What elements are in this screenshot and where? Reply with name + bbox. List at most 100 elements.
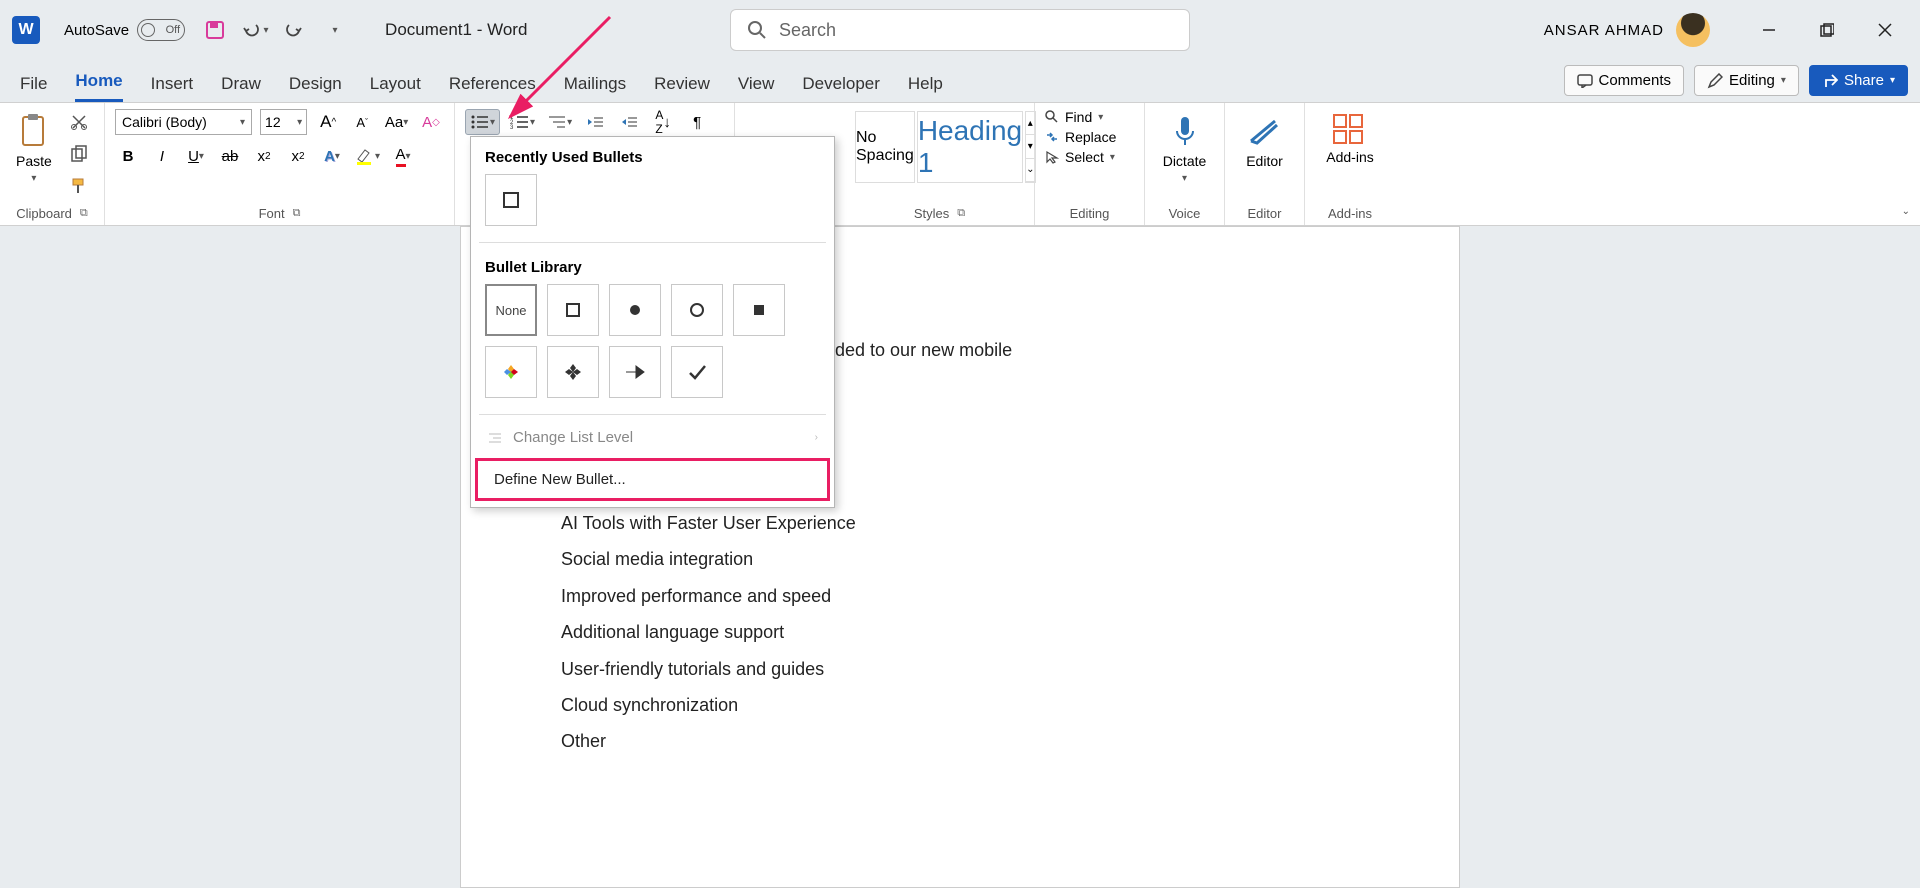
copy-button[interactable] [66,141,92,167]
text-effects-button[interactable]: A▾ [319,143,345,169]
subscript-button[interactable]: x2 [251,143,277,169]
styles-launcher[interactable]: ⧉ [957,207,965,220]
autosave-label: AutoSave [64,22,129,39]
pencil-icon [1707,73,1723,89]
tab-design[interactable]: Design [289,74,342,102]
addins-button[interactable]: Add-ins [1315,109,1385,169]
doc-line: Other [561,725,1359,757]
tab-mailings[interactable]: Mailings [564,74,626,102]
redo-button[interactable] [281,16,309,44]
quick-access-toolbar: ▾ ▾ [201,16,349,44]
styles-group-label: Styles [914,206,949,221]
select-button[interactable]: Select▾ [1045,149,1134,165]
tab-layout[interactable]: Layout [370,74,421,102]
superscript-button[interactable]: x2 [285,143,311,169]
tab-file[interactable]: File [20,74,47,102]
doc-line: Additional language support [561,616,1359,648]
bullet-circle[interactable] [671,284,723,336]
tab-help[interactable]: Help [908,74,943,102]
addins-group-label: Add-ins [1328,206,1372,221]
clipboard-launcher[interactable]: ⧉ [80,207,88,220]
tab-view[interactable]: View [738,74,775,102]
replace-button[interactable]: Replace [1045,129,1134,145]
bullet-hollow-square[interactable] [547,284,599,336]
user-name[interactable]: ANSAR AHMAD [1544,22,1664,39]
doc-line: AI Tools with Faster User Experience [561,507,1359,539]
decrease-indent-button[interactable] [582,109,608,135]
bullets-button[interactable]: ▾ [465,109,500,135]
strikethrough-button[interactable]: ab [217,143,243,169]
tab-home[interactable]: Home [75,71,122,102]
bullet-4-diamond-color[interactable] [485,346,537,398]
grow-font-button[interactable]: A^ [315,109,341,135]
font-name-select[interactable]: Calibri (Body)▾ [115,109,252,135]
numbering-button[interactable]: 123 ▾ [508,109,537,135]
ribbon: Paste ▾ Clipboard ⧉ Calibri (Body)▾ 12▾ … [0,102,1920,226]
show-marks-button[interactable]: ¶ [684,109,710,135]
paste-button[interactable]: Paste ▾ [10,109,58,188]
maximize-button[interactable] [1804,12,1850,48]
tab-review[interactable]: Review [654,74,710,102]
font-color-button[interactable]: A▾ [390,143,416,169]
autosave-control[interactable]: AutoSave Off [64,19,185,41]
change-case-button[interactable]: Aa▾ [383,109,410,135]
change-list-level-item: Change List Level › [471,419,834,456]
bold-button[interactable]: B [115,143,141,169]
bullet-library-header: Bullet Library [471,247,834,284]
bullet-square[interactable] [733,284,785,336]
bullet-4-diamond[interactable] [547,346,599,398]
qat-customize-button[interactable]: ▾ [321,16,349,44]
find-button[interactable]: Find▾ [1045,109,1134,125]
style-heading-1[interactable]: Heading 1 [917,111,1023,183]
clear-formatting-button[interactable]: A◇ [418,109,444,135]
word-app-icon: W [12,16,40,44]
bullet-disc[interactable] [609,284,661,336]
search-box[interactable]: Search [730,9,1190,51]
highlight-button[interactable]: ▾ [353,143,382,169]
share-button[interactable]: Share ▾ [1809,65,1908,96]
recent-bullet-hollow-square[interactable] [485,174,537,226]
dictate-button[interactable]: Dictate▾ [1155,109,1214,188]
editor-group-label: Editor [1248,206,1282,221]
minimize-button[interactable] [1746,12,1792,48]
tab-draw[interactable]: Draw [221,74,261,102]
clipboard-icon [19,113,49,149]
comments-button[interactable]: Comments [1564,65,1685,96]
font-size-select[interactable]: 12▾ [260,109,307,135]
increase-indent-button[interactable] [616,109,642,135]
styles-scroll-up[interactable]: ▴ [1026,112,1034,135]
font-launcher[interactable]: ⧉ [293,207,301,220]
font-group-label: Font [259,206,285,221]
tab-insert[interactable]: Insert [151,74,194,102]
styles-scroll-down[interactable]: ▾ [1026,135,1034,158]
undo-button[interactable]: ▾ [241,16,269,44]
sort-button[interactable]: AZ↓ [650,109,676,135]
shrink-font-button[interactable]: Aˇ [349,109,375,135]
italic-button[interactable]: I [149,143,175,169]
multilevel-list-button[interactable]: ▾ [545,109,574,135]
underline-button[interactable]: U▾ [183,143,209,169]
format-painter-button[interactable] [66,173,92,199]
save-button[interactable] [201,16,229,44]
editing-group-label: Editing [1070,206,1110,221]
autosave-toggle[interactable]: Off [137,19,185,41]
style-no-spacing[interactable]: No Spacing [855,111,915,183]
editor-icon [1247,113,1283,149]
define-new-bullet-item[interactable]: Define New Bullet... [478,461,827,498]
title-bar: W AutoSave Off ▾ ▾ Document1 - Word Sear… [0,0,1920,60]
editor-button[interactable]: Editor [1235,109,1294,173]
tab-developer[interactable]: Developer [802,74,880,102]
tab-references[interactable]: References [449,74,536,102]
search-placeholder: Search [779,20,836,41]
bullet-none[interactable]: None [485,284,537,336]
collapse-ribbon-button[interactable]: ⌄ [1902,201,1910,219]
close-button[interactable] [1862,12,1908,48]
bullet-arrow[interactable] [609,346,661,398]
cut-button[interactable] [66,109,92,135]
styles-expand[interactable]: ⌄ [1026,159,1034,182]
bullet-checkmark[interactable] [671,346,723,398]
editing-mode-button[interactable]: Editing ▾ [1694,65,1799,96]
recent-bullets-header: Recently Used Bullets [471,137,834,174]
doc-line: Social media integration [561,543,1359,575]
user-avatar[interactable] [1676,13,1710,47]
